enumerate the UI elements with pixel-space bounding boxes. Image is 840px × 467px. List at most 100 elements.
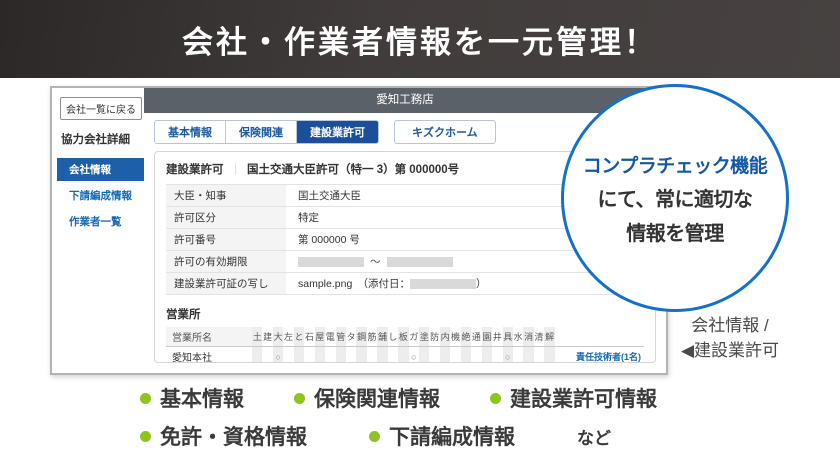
redacted-date-box: [410, 279, 476, 289]
tab-0[interactable]: 基本情報: [155, 121, 225, 143]
sidebar-item-1[interactable]: 下請編成情報: [57, 184, 144, 207]
license-category-col-屋: 屋: [315, 327, 325, 347]
bullet-label: 免許・資格情報: [160, 421, 307, 451]
license-row-value: sample.png （添付日： ）: [286, 273, 644, 295]
offices-section-title: 営業所: [166, 306, 644, 322]
etc-label: など: [577, 424, 611, 449]
license-category-col-塗: 塗: [419, 327, 429, 347]
feature-bullet-list: 基本情報 保険関連情報 建設業許可情報 免許・資格情報 下請編成情報 など: [140, 383, 707, 459]
attach-date-prefix: （添付日：: [363, 278, 410, 290]
office-mark-cell: [252, 347, 262, 364]
office-mark-cell: [294, 347, 304, 364]
license-title-right: 国土交通大臣許可（特一 3）第 000000号: [247, 164, 459, 176]
bullet-dot-icon: [140, 393, 151, 404]
office-mark-cell: [315, 347, 325, 364]
bullet-row-1: 基本情報 保険関連情報 建設業許可情報: [140, 383, 707, 413]
office-mark-cell: ○: [273, 347, 283, 364]
office-mark-cell: [492, 347, 502, 364]
office-name: 愛知本社: [166, 347, 252, 364]
office-mark-cell: [513, 347, 523, 364]
license-row-label: 許可の有効期限: [166, 251, 286, 273]
license-category-col-消: 消: [523, 327, 533, 347]
office-row-0: 愛知本社○○○責任技術者(1名): [166, 347, 644, 364]
page-title: 会社・作業者情報を一元管理！: [182, 17, 658, 62]
license-row-4: 建設業許可証の写し sample.png （添付日： ）: [166, 273, 644, 295]
license-category-col-土: 土: [252, 327, 262, 347]
office-mark-cell: ○: [409, 347, 419, 364]
license-category-col-通: 通: [471, 327, 481, 347]
license-category-col-板: 板: [398, 327, 408, 347]
engineer-link-cell: 責任技術者(1名): [555, 347, 644, 364]
screen-caption: 会社情報 / ◀建設業許可: [652, 314, 808, 363]
bullet-dot-icon: [294, 393, 305, 404]
office-mark-cell: [419, 347, 429, 364]
office-mark-cell: [471, 347, 481, 364]
license-row-label: 建設業許可証の写し: [166, 273, 286, 295]
license-mark: ○: [275, 352, 280, 362]
bullet-label: 建設業許可情報: [510, 383, 657, 413]
license-category-col-と: と: [294, 327, 304, 347]
license-category-col-し: し: [388, 327, 398, 347]
license-category-col-筋: 筋: [367, 327, 377, 347]
office-mark-cell: [523, 347, 533, 364]
office-mark-cell: [461, 347, 471, 364]
license-category-col-内: 内: [440, 327, 450, 347]
back-to-company-list-button[interactable]: 会社一覧に戻る: [60, 97, 142, 120]
bullet-label: 保険関連情報: [314, 383, 440, 413]
tab-group: 基本情報保険関連建設業許可: [154, 120, 379, 144]
kizuku-home-button[interactable]: キズクホーム: [394, 120, 496, 144]
bullet-item: 基本情報: [140, 383, 244, 413]
office-mark-cell: [346, 347, 356, 364]
range-separator: ～: [370, 256, 381, 268]
office-mark-cell: [304, 347, 314, 364]
office-mark-cell: [429, 347, 439, 364]
license-category-col-解: 解: [544, 327, 555, 347]
bullet-item: 保険関連情報: [294, 383, 440, 413]
office-mark-cell: [482, 347, 492, 364]
office-mark-cell: [440, 347, 450, 364]
office-mark-cell: [388, 347, 398, 364]
bullet-dot-icon: [369, 431, 380, 442]
license-category-col-鋼: 鋼: [356, 327, 366, 347]
license-category-col-清: 清: [534, 327, 544, 347]
top-banner: 会社・作業者情報を一元管理！: [0, 0, 840, 78]
office-mark-cell: [356, 347, 366, 364]
license-category-col-舗: 舗: [377, 327, 387, 347]
callout-line-2: にて、常に適切な: [598, 183, 753, 212]
office-name-header: 営業所名: [166, 327, 252, 347]
tab-2[interactable]: 建設業許可: [296, 121, 378, 143]
license-category-col-石: 石: [304, 327, 314, 347]
sidebar-title: 協力会社詳細: [61, 131, 144, 147]
sidebar: 会社一覧に戻る 協力会社詳細 会社情報下請編成情報作業者一覧: [52, 88, 144, 373]
license-category-col-建: 建: [262, 327, 272, 347]
bullet-dot-icon: [490, 393, 501, 404]
attach-date-suffix: ）: [476, 278, 487, 290]
callout-line-1: コンプラチェック機能: [583, 151, 767, 178]
sidebar-item-0[interactable]: 会社情報: [57, 158, 144, 181]
responsible-engineer-link[interactable]: 責任技術者(1名): [576, 352, 641, 362]
office-mark-cell: [398, 347, 408, 364]
bullet-row-2: 免許・資格情報 下請編成情報 など: [140, 421, 707, 451]
office-mark-cell: [262, 347, 272, 364]
license-category-col-機: 機: [450, 327, 460, 347]
bullet-item: 下請編成情報: [369, 421, 515, 451]
office-mark-cell: [450, 347, 460, 364]
caption-line-2: ◀建設業許可: [652, 339, 808, 364]
bullet-item: 免許・資格情報: [140, 421, 307, 451]
offices-table: 営業所名土建大左と石屋電管タ鋼筋舗し板ガ塗防内機絶通園井具水消清解愛知本社○○○…: [166, 327, 644, 363]
sidebar-item-2[interactable]: 作業者一覧: [57, 210, 144, 233]
license-category-col-絶: 絶: [461, 327, 471, 347]
company-name-header: 愛知工務店: [144, 88, 666, 113]
callout-line-3: 情報を管理: [626, 217, 724, 246]
license-category-col-井: 井: [492, 327, 502, 347]
bullet-label: 下請編成情報: [389, 421, 515, 451]
offices-header-row: 営業所名土建大左と石屋電管タ鋼筋舗し板ガ塗防内機絶通園井具水消清解: [166, 327, 644, 347]
bullet-dot-icon: [140, 431, 151, 442]
license-category-col-電: 電: [325, 327, 335, 347]
engineer-link-header: [555, 327, 644, 347]
tab-1[interactable]: 保険関連: [225, 121, 296, 143]
license-category-col-園: 園: [482, 327, 492, 347]
bullet-item: 建設業許可情報: [490, 383, 657, 413]
license-mark: ○: [411, 352, 416, 362]
attached-file-name: sample.png: [298, 278, 363, 290]
